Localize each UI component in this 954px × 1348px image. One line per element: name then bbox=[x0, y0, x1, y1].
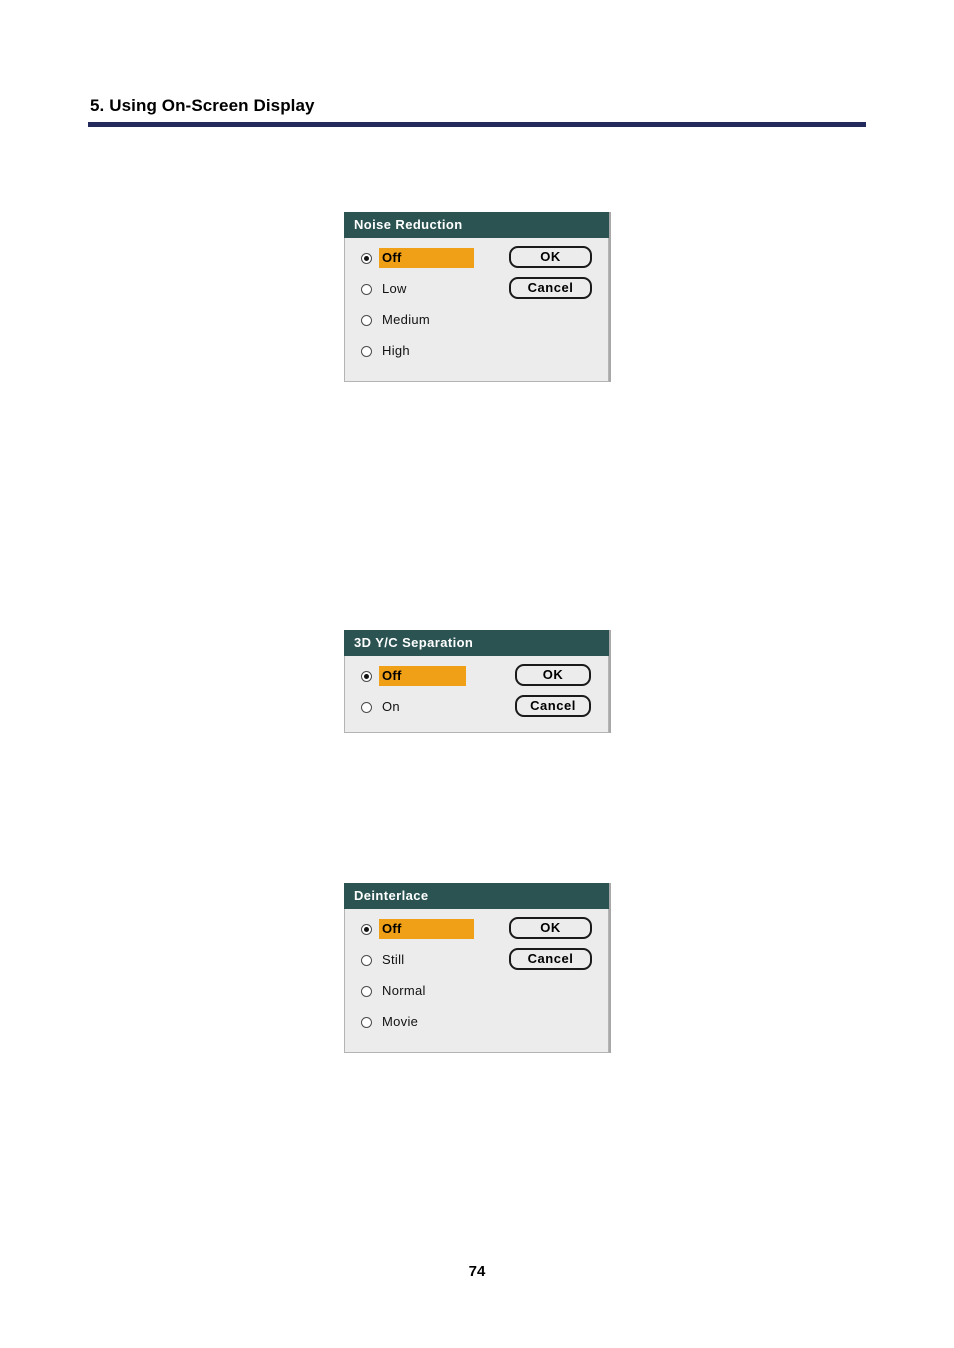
dialog-body-deinterlace: Off Still Normal Movie OK Cancel bbox=[344, 909, 609, 1053]
radio-label: Movie bbox=[382, 1014, 419, 1029]
radio-icon-unchecked bbox=[361, 283, 372, 295]
radio-option-movie[interactable]: Movie bbox=[361, 1012, 474, 1032]
radio-icon-unchecked bbox=[361, 345, 372, 357]
cancel-button[interactable]: Cancel bbox=[509, 277, 592, 299]
radio-icon-unchecked bbox=[361, 1016, 372, 1028]
radio-group-deinterlace: Off Still Normal Movie bbox=[361, 919, 474, 1043]
radio-group-noise-reduction: Off Low Medium High bbox=[361, 248, 474, 372]
dialog-actions-3d-yc-separation: OK Cancel bbox=[515, 664, 591, 726]
dialog-deinterlace: Deinterlace Off Still Normal Movie OK Ca… bbox=[344, 883, 611, 1053]
ok-button[interactable]: OK bbox=[509, 246, 592, 268]
dialog-3d-yc-separation: 3D Y/C Separation Off On OK Cancel bbox=[344, 630, 611, 733]
dialog-body-3d-yc-separation: Off On OK Cancel bbox=[344, 656, 609, 733]
dialog-actions-deinterlace: OK Cancel bbox=[509, 917, 592, 979]
radio-label: Medium bbox=[382, 312, 431, 327]
radio-group-3d-yc-separation: Off On bbox=[361, 666, 466, 728]
radio-icon-unchecked bbox=[361, 314, 372, 326]
radio-icon-unchecked bbox=[361, 954, 372, 966]
cancel-button[interactable]: Cancel bbox=[515, 695, 591, 717]
radio-label: Off bbox=[379, 919, 474, 939]
dialog-title-deinterlace: Deinterlace bbox=[344, 883, 609, 909]
radio-label: Still bbox=[382, 952, 405, 967]
radio-label: High bbox=[382, 343, 410, 358]
radio-option-on[interactable]: On bbox=[361, 697, 466, 717]
dialog-body-noise-reduction: Off Low Medium High OK Cancel bbox=[344, 238, 609, 382]
ok-button[interactable]: OK bbox=[515, 664, 591, 686]
radio-icon-unchecked bbox=[361, 985, 372, 997]
radio-option-off[interactable]: Off bbox=[361, 666, 466, 686]
radio-option-normal[interactable]: Normal bbox=[361, 981, 474, 1001]
page-title: 5. Using On-Screen Display bbox=[90, 96, 315, 115]
radio-icon-checked bbox=[361, 923, 372, 935]
cancel-button[interactable]: Cancel bbox=[509, 948, 592, 970]
dialog-actions-noise-reduction: OK Cancel bbox=[509, 246, 592, 308]
radio-label: On bbox=[382, 699, 400, 714]
radio-icon-checked bbox=[361, 252, 372, 264]
radio-label: Low bbox=[382, 281, 407, 296]
radio-option-off[interactable]: Off bbox=[361, 248, 474, 268]
radio-option-still[interactable]: Still bbox=[361, 950, 474, 970]
radio-label: Normal bbox=[382, 983, 426, 998]
page-number: 74 bbox=[468, 1263, 486, 1280]
ok-button[interactable]: OK bbox=[509, 917, 592, 939]
radio-label: Off bbox=[379, 248, 474, 268]
dialog-title-noise-reduction: Noise Reduction bbox=[344, 212, 609, 238]
radio-option-off[interactable]: Off bbox=[361, 919, 474, 939]
dialog-title-3d-yc-separation: 3D Y/C Separation bbox=[344, 630, 609, 656]
radio-option-medium[interactable]: Medium bbox=[361, 310, 474, 330]
dialog-noise-reduction: Noise Reduction Off Low Medium High OK C… bbox=[344, 212, 611, 382]
radio-icon-unchecked bbox=[361, 701, 372, 713]
radio-label: Off bbox=[379, 666, 466, 686]
radio-option-low[interactable]: Low bbox=[361, 279, 474, 299]
page-header: 5. Using On-Screen Display bbox=[88, 96, 866, 127]
radio-option-high[interactable]: High bbox=[361, 341, 474, 361]
header-divider bbox=[88, 122, 866, 127]
radio-icon-checked bbox=[361, 670, 372, 682]
